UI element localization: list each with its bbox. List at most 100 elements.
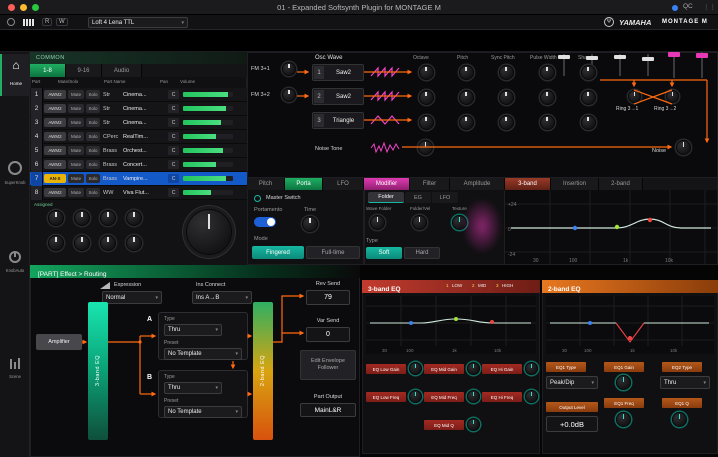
scene-4-slider[interactable] (642, 54, 654, 76)
osc1-wave-button[interactable]: 1 Saw2 (312, 64, 364, 81)
eq2-type-select[interactable]: Thru ▾ (660, 376, 710, 389)
mute-button[interactable]: Mute (68, 104, 84, 113)
expression-select[interactable]: Normal ▾ (102, 291, 162, 304)
osc2-wave-button[interactable]: 2 Saw2 (312, 88, 364, 105)
more-icon[interactable]: ⋮⋮ (703, 3, 716, 11)
eq-hi-gain-knob[interactable] (525, 362, 538, 375)
sidebar-item-home[interactable]: ⌂ Home (0, 54, 30, 96)
assigned-knob-5[interactable] (48, 235, 64, 251)
tab-filter[interactable]: Filter (410, 178, 450, 190)
octave-knob-osc2[interactable] (418, 89, 434, 105)
octave-knob-osc3[interactable] (418, 114, 434, 130)
part-row[interactable]: 7 AN-X Mute Solo Brass Vampire... C (30, 171, 247, 186)
assigned-knob-7[interactable] (100, 235, 116, 251)
eq-mid-gain-knob[interactable] (467, 362, 480, 375)
output-level-value[interactable]: +0.0dB (546, 416, 598, 432)
part-row[interactable]: 6 AWM2 Mute Solo Brass Concert... C (30, 157, 247, 172)
mute-button[interactable]: Mute (68, 160, 84, 169)
write-automation-button[interactable]: W (56, 18, 68, 26)
hard-button[interactable]: Hard (404, 247, 440, 259)
slot-a-preset-select[interactable]: No Template ▾ (164, 348, 242, 360)
solo-button[interactable]: Solo (86, 174, 100, 183)
assigned-knob-2[interactable] (74, 210, 90, 226)
pulse-width-knob-osc2[interactable] (539, 89, 555, 105)
ring-3-1-knob[interactable] (628, 90, 641, 103)
sidebar-item-scene[interactable]: Scene (0, 352, 30, 392)
assigned-knob-4[interactable] (126, 210, 142, 226)
osc-mix-slider-2[interactable] (696, 52, 708, 78)
keyboard-icon[interactable] (22, 19, 35, 26)
assigned-knob-6[interactable] (74, 235, 90, 251)
mute-button[interactable]: Mute (68, 174, 84, 183)
pitch-knob-osc3[interactable] (458, 114, 474, 130)
noise-level-knob[interactable] (676, 140, 691, 155)
tab-lfo[interactable]: LFO (323, 178, 364, 190)
pulse-width-knob-osc1[interactable] (539, 64, 555, 80)
tab-2band[interactable]: 2-band (599, 178, 643, 190)
eq1-q-knob[interactable] (672, 412, 687, 427)
eq-low-gain-knob[interactable] (409, 362, 422, 375)
eq1-freq-knob[interactable] (616, 412, 631, 427)
tab-porta[interactable]: Porta (285, 178, 323, 190)
portamento-time-knob[interactable] (302, 216, 318, 232)
fingered-button[interactable]: Fingered (252, 246, 304, 259)
eq-hi-freq-knob[interactable] (525, 390, 538, 403)
subtab-lfo[interactable]: LFO (432, 192, 458, 203)
osc3-wave-button[interactable]: 3 Triangle (312, 112, 364, 129)
slot-a-type-select[interactable]: Thru ▾ (164, 324, 222, 336)
eq-mid-q-knob[interactable] (467, 418, 480, 431)
folder-vel-knob[interactable] (412, 215, 427, 230)
solo-button[interactable]: Solo (86, 90, 100, 99)
eq-low-freq-knob[interactable] (409, 390, 422, 403)
tab-amplitude[interactable]: Amplitude (450, 178, 505, 190)
eq-3band-graph[interactable]: +24 0 -24 30 100 1k 10k (505, 190, 717, 264)
pulse-width-knob-osc3[interactable] (539, 114, 555, 130)
volume-bar[interactable] (183, 92, 233, 97)
eq3-routing-bar[interactable]: 3-band EQ (88, 302, 108, 440)
part-row[interactable]: 3 AWM2 Mute Solo Str Cinema... C (30, 115, 247, 130)
scene-1-slider[interactable] (558, 54, 570, 76)
noise-tone-knob[interactable] (418, 140, 433, 155)
edit-envelope-follower-button[interactable]: Edit Envelope Follower (300, 350, 356, 380)
eq1-type-select[interactable]: Peak/Dip ▾ (546, 376, 598, 389)
read-automation-button[interactable]: R (42, 18, 53, 26)
tab-parts-9-16[interactable]: 9-16 (66, 64, 102, 77)
wave-folder-knob[interactable] (370, 215, 385, 230)
shaper-knob-osc3[interactable] (580, 114, 596, 130)
slot-b-preset-select[interactable]: No Template ▾ (164, 406, 242, 418)
part-row[interactable]: 4 AWM2 Mute Solo CPerc RealTim... C (30, 129, 247, 144)
eq2-routing-bar[interactable]: 2-band EQ (253, 302, 273, 440)
mute-button[interactable]: Mute (68, 90, 84, 99)
eq2-graph[interactable]: 30 100 1k 10k (546, 296, 714, 354)
preset-selector[interactable]: Loft 4 Lena TTL ▾ (88, 17, 188, 28)
fm-3-1-knob[interactable] (282, 62, 296, 76)
ins-connect-select[interactable]: Ins A→B ▾ (192, 291, 252, 304)
shaper-knob-osc2[interactable] (580, 89, 596, 105)
solo-button[interactable]: Solo (86, 118, 100, 127)
tab-parts-audio[interactable]: Audio (102, 64, 142, 77)
part-output-value[interactable]: MainL&R (300, 403, 356, 417)
sync-pitch-knob-osc1[interactable] (498, 64, 514, 80)
volume-bar[interactable] (183, 106, 233, 111)
soft-button[interactable]: Soft (366, 247, 402, 259)
solo-button[interactable]: Solo (86, 104, 100, 113)
solo-button[interactable]: Solo (86, 188, 100, 197)
part-row[interactable]: 8 AWM2 Mute Solo WW Viva Flut... C (30, 185, 247, 200)
mute-button[interactable]: Mute (68, 146, 84, 155)
super-knob[interactable] (186, 209, 232, 255)
part-row[interactable]: 1 AWM2 Mute Solo Str Cinema... C (30, 87, 247, 102)
rev-send-value[interactable]: 79 (306, 290, 350, 305)
octave-knob-osc1[interactable] (418, 64, 434, 80)
tab-3band[interactable]: 3-band (505, 178, 551, 190)
slot-b-type-select[interactable]: Thru ▾ (164, 382, 222, 394)
volume-bar[interactable] (183, 148, 233, 153)
solo-button[interactable]: Solo (86, 146, 100, 155)
var-send-value[interactable]: 0 (306, 327, 350, 342)
volume-bar[interactable] (183, 120, 233, 125)
subtab-folder[interactable]: Folder (368, 192, 404, 203)
power-icon[interactable] (7, 18, 15, 26)
sync-pitch-knob-osc3[interactable] (498, 114, 514, 130)
part-row[interactable]: 5 AWM2 Mute Solo Brass Orchest... C (30, 143, 247, 158)
assigned-knob-8[interactable] (126, 235, 142, 251)
pitch-knob-osc1[interactable] (458, 64, 474, 80)
